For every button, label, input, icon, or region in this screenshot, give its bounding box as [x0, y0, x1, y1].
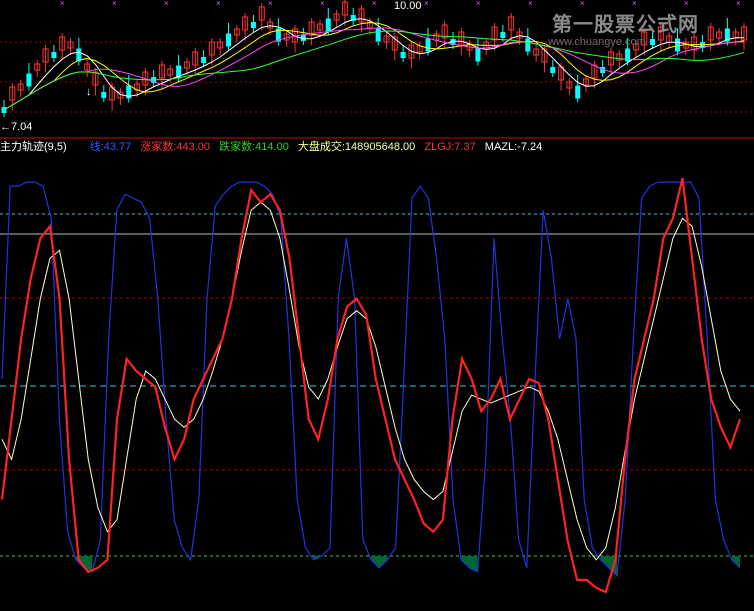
period-marker: × [424, 0, 429, 8]
low-price-label: ←7.04 [0, 121, 33, 133]
candle-down [500, 32, 506, 38]
period-marker: × [736, 0, 741, 8]
green-fill-area [461, 556, 478, 572]
up-count: 涨家数:443.00 [140, 141, 211, 153]
volume-value: 大盘成交:148905648.00 [297, 141, 416, 153]
candle-down [550, 67, 556, 73]
period-marker: × [476, 0, 481, 8]
period-marker: × [372, 0, 377, 8]
candle-down [375, 28, 381, 42]
candle-down [525, 38, 531, 52]
high-price-label: 10.00 [394, 0, 422, 12]
indicator-header: 主力轨迹(9,5) 线:43.77 涨家数:443.00 跌家数:414.00 … [0, 139, 754, 155]
candle-down [400, 52, 406, 58]
candle-down [101, 92, 107, 98]
chart-window: × × × × × × × × × × × × × × 主力轨迹(9,5) 线:43.77 涨家数:443… [0, 0, 754, 606]
candle-down [225, 33, 231, 47]
candle-down [250, 22, 256, 28]
line-value: 线:43.77 [89, 141, 132, 153]
indicator-panel [0, 177, 754, 594]
series-zlgj-red [0, 177, 742, 594]
mazl-value: MAZL:-7.24 [484, 141, 543, 153]
watermark-text: 第一股票公式网 [552, 14, 699, 36]
candle-down [575, 85, 581, 99]
candle-down [425, 38, 431, 52]
candle-down [26, 73, 32, 87]
candle-down [475, 48, 481, 62]
period-marker: × [268, 0, 273, 8]
chart-canvas: × × × × × × × × × × × × × × [0, 0, 754, 594]
period-marker: × [164, 0, 169, 8]
down-count: 跌家数:414.00 [219, 141, 289, 153]
period-marker: × [60, 0, 65, 8]
candle-down [650, 39, 656, 45]
zlgj-value: ZLGJ:7.37 [424, 141, 476, 153]
period-marker: × [216, 0, 221, 8]
series-line-blue [1, 181, 741, 578]
indicator-name: 主力轨迹(9,5) [0, 141, 67, 153]
low-marker: ↓ [86, 86, 92, 98]
watermark-url: www.chuangye.com [548, 36, 646, 48]
period-marker: × [320, 0, 325, 8]
period-marker: × [684, 0, 689, 8]
period-marker: × [112, 0, 117, 8]
period-marker: × [580, 0, 585, 8]
period-marker: × [528, 0, 533, 8]
series-mazl-white [1, 201, 741, 561]
candle-down [51, 52, 57, 58]
candle-down [325, 18, 331, 32]
period-marker: × [632, 0, 637, 8]
candle-down [201, 57, 207, 63]
candle-down [1, 107, 7, 113]
